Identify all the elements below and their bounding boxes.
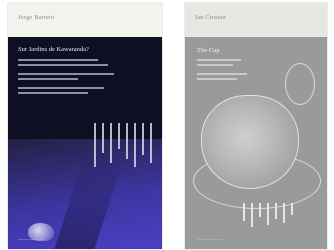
vertical-text-column bbox=[267, 203, 269, 225]
author-name: Jorge Barreto bbox=[18, 15, 55, 21]
author-name: Ian Crosant bbox=[195, 15, 227, 21]
cup-handle-illustration bbox=[285, 63, 315, 105]
subtitle-line bbox=[18, 87, 104, 89]
author-band: Ian Crosant bbox=[185, 3, 327, 37]
subtitle-line bbox=[18, 92, 88, 94]
vertical-text-column bbox=[251, 203, 253, 227]
vertical-text-column bbox=[126, 123, 128, 159]
subtitle-line bbox=[197, 73, 247, 75]
subtitle-line bbox=[18, 78, 78, 80]
vertical-text-column bbox=[243, 203, 245, 221]
vertical-text-column bbox=[142, 123, 144, 155]
author-band: Jorge Barreto bbox=[8, 3, 162, 37]
vertical-text-column bbox=[259, 203, 261, 217]
book-title: Sur Jardins de Kawaranda? bbox=[18, 46, 89, 53]
publisher-mark: ————— bbox=[197, 238, 224, 243]
book-cover-right[interactable]: Ian Crosant The Cup ————— bbox=[185, 3, 327, 249]
subtitle-line bbox=[18, 59, 98, 61]
vertical-text-column bbox=[102, 123, 104, 153]
vertical-text-column bbox=[94, 123, 96, 167]
subtitle-line bbox=[197, 64, 233, 66]
book-cover-left[interactable]: Jorge Barreto Sur Jardins de Kawaranda? … bbox=[8, 3, 162, 249]
vertical-text-column bbox=[275, 203, 277, 219]
vertical-text-column bbox=[283, 203, 285, 223]
publisher-mark: ————— bbox=[18, 238, 45, 243]
subtitle-line bbox=[197, 78, 237, 80]
vertical-text-column bbox=[110, 123, 112, 163]
vertical-text-column bbox=[150, 123, 152, 163]
subtitle-line bbox=[18, 64, 108, 66]
subtitle-line bbox=[197, 59, 241, 61]
vertical-text-column bbox=[134, 123, 136, 167]
cup-illustration bbox=[201, 95, 299, 189]
vertical-text-column bbox=[118, 123, 120, 149]
subtitle-line bbox=[18, 73, 114, 75]
book-title: The Cup bbox=[197, 47, 220, 54]
vertical-text-column bbox=[291, 203, 293, 215]
